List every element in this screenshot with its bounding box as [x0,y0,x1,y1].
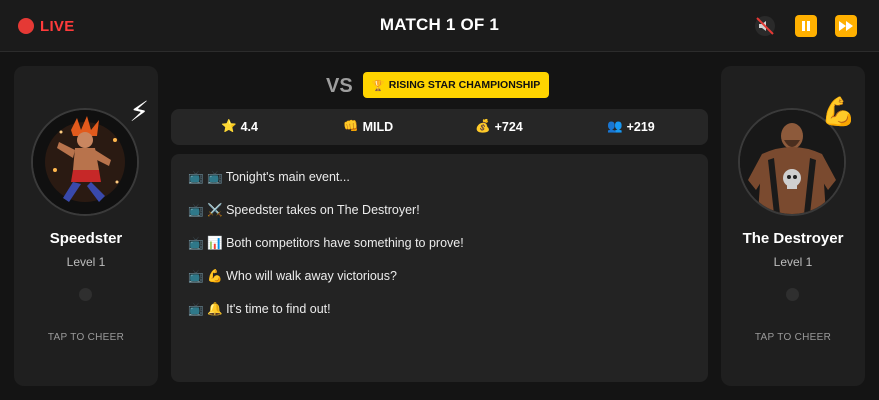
left-fighter-panel: ⚡ Speedster Level 1 TAP TO CHEER [14,66,158,386]
match-stats-bar: ⭐ 4.4 👊 MILD 💰 +724 👥 +219 [171,109,708,145]
championship-badge: 🏆 RISING STAR CHAMPIONSHIP [363,72,549,98]
fans-value: +219 [626,119,655,134]
right-fighter-name: The Destroyer [742,230,844,247]
top-bar: LIVE MATCH 1 OF 1 [0,0,879,52]
right-cheer-meter-dot [786,288,799,301]
match-title: MATCH 1 OF 1 [379,15,500,34]
commentary-feed[interactable]: 📺 📺 Tonight's main event... 📺 ⚔️ Speedst… [171,154,708,382]
right-fighter-panel: 💪 The Destroyer Level 1 TAP TO CHEER [721,66,865,386]
left-fighter-level: Level 1 [66,255,106,269]
intensity-stat: 👊 MILD [343,119,393,134]
money-bag-icon: 💰 [475,119,491,133]
left-fighter-avatar-wrap: ⚡ [31,98,149,216]
left-fighter-name: Speedster [49,230,123,247]
fast-forward-icon [839,21,853,31]
pause-icon [802,21,805,31]
trophy-icon: 🏆 [371,79,385,92]
money-stat: 💰 +724 [475,119,523,134]
flexed-bicep-badge-icon: 💪 [821,96,856,127]
championship-name: RISING STAR CHAMPIONSHIP [388,79,541,91]
left-tap-to-cheer-button[interactable]: TAP TO CHEER [14,332,158,343]
fist-icon: 👊 [343,119,359,133]
lightning-badge-icon: ⚡ [129,96,149,127]
mute-button[interactable] [754,15,776,37]
right-fighter-avatar-wrap: 💪 [738,98,856,216]
feed-line: 📺 📺 Tonight's main event... [188,170,350,184]
left-cheer-meter-dot [79,288,92,301]
rating-value: 4.4 [240,119,258,134]
feed-line: 📺 💪 Who will walk away victorious? [188,269,397,283]
speaker-muted-icon [755,16,775,36]
intensity-value: MILD [362,119,394,134]
vs-label: VS [326,75,353,97]
feed-line: 📺 📊 Both competitors have something to p… [188,236,464,250]
pause-button[interactable] [795,15,817,37]
feed-line: 📺 ⚔️ Speedster takes on The Destroyer! [188,203,420,217]
fast-forward-button[interactable] [835,15,857,37]
star-icon: ⭐ [221,119,237,133]
right-tap-to-cheer-button[interactable]: TAP TO CHEER [721,332,865,343]
right-fighter-level: Level 1 [773,255,813,269]
speedster-avatar [31,108,139,216]
people-icon: 👥 [607,119,623,133]
rating-stat: ⭐ 4.4 [221,119,258,134]
fans-stat: 👥 +219 [607,119,655,134]
money-value: +724 [494,119,523,134]
feed-line: 📺 🔔 It's time to find out! [188,302,331,316]
